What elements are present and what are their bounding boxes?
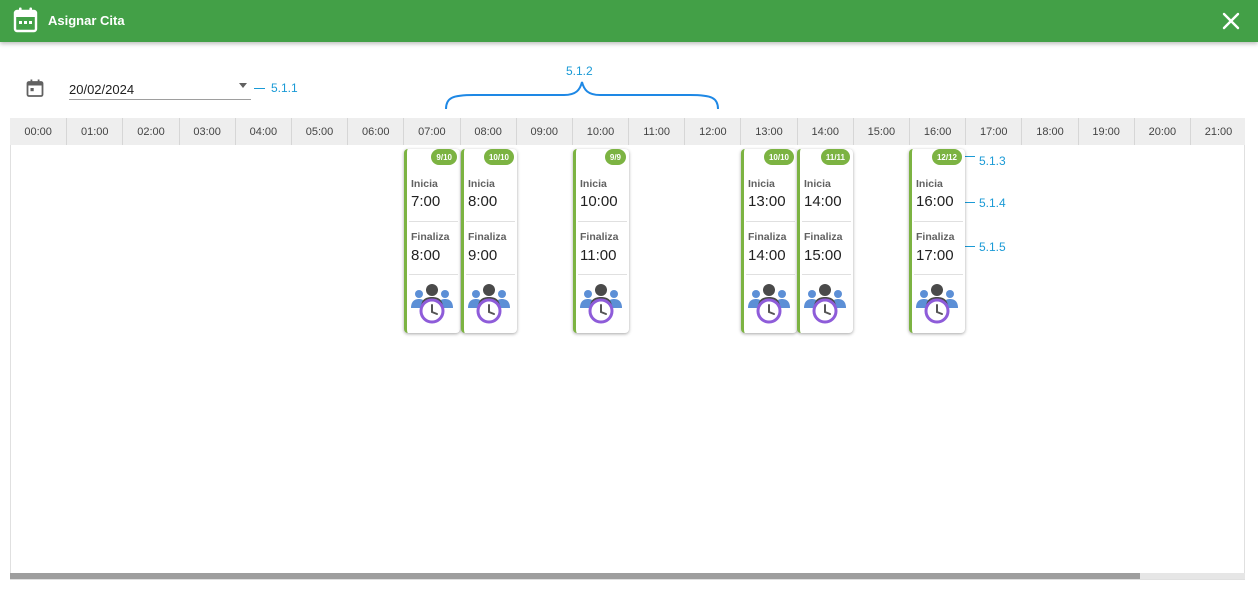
horizontal-scrollbar[interactable] xyxy=(10,573,1245,579)
divider xyxy=(914,221,963,222)
hour-label: 21:00 xyxy=(1189,118,1246,145)
divider xyxy=(578,221,627,222)
group-clock-icon xyxy=(411,284,453,324)
hour-label: 05:00 xyxy=(290,118,347,145)
annotation-label: 5.1.2 xyxy=(566,64,593,78)
end-time: 17:00 xyxy=(916,247,954,264)
hour-label: 11:00 xyxy=(628,118,684,145)
hour-label: 19:00 xyxy=(1077,118,1134,145)
hour-label: 14:00 xyxy=(796,118,853,145)
dialog-header: Asignar Cita xyxy=(0,0,1258,42)
end-time: 15:00 xyxy=(804,247,842,264)
group-clock-icon xyxy=(916,284,958,324)
end-label: Finaliza xyxy=(580,231,619,243)
capacity-badge: 11/11 xyxy=(820,149,850,165)
slot-card[interactable]: 9/9 Inicia 10:00 Finaliza 11:00 xyxy=(573,149,629,333)
slot-card[interactable]: 10/10 Inicia 13:00 Finaliza 14:00 xyxy=(741,149,797,333)
slot-card[interactable]: 11/11 Inicia 14:00 Finaliza 15:00 xyxy=(797,149,853,333)
divider xyxy=(466,221,515,222)
capacity-badge: 10/10 xyxy=(483,149,514,165)
date-field[interactable] xyxy=(69,78,251,100)
end-time: 14:00 xyxy=(748,247,786,264)
start-label: Inicia xyxy=(804,178,831,190)
annotation-label: 5.1.1 xyxy=(271,81,298,95)
close-icon[interactable] xyxy=(1221,11,1241,31)
group-clock-icon xyxy=(468,284,510,324)
start-time: 7:00 xyxy=(411,193,441,210)
slot-card[interactable]: 10/10 Inicia 8:00 Finaliza 9:00 xyxy=(461,149,517,333)
hour-label: 12:00 xyxy=(684,118,740,145)
annotation-brace xyxy=(445,81,719,110)
divider xyxy=(466,274,515,275)
group-clock-icon xyxy=(804,284,846,324)
annotation-line xyxy=(254,88,265,89)
hour-label: 15:00 xyxy=(852,118,909,145)
hour-label: 00:00 xyxy=(24,125,52,138)
chevron-down-icon[interactable] xyxy=(239,83,247,88)
slot-card[interactable]: 9/10 Inicia 7:00 Finaliza 8:00 xyxy=(404,149,460,333)
hour-label: 09:00 xyxy=(515,118,572,145)
hour-label: 02:00 xyxy=(122,118,178,145)
divider xyxy=(409,221,458,222)
hour-label: 16:00 xyxy=(909,118,965,145)
end-label: Finaliza xyxy=(411,231,450,243)
hour-header: 00:00 01:00 02:00 03:00 04:00 05:00 06:0… xyxy=(10,118,1245,145)
divider xyxy=(802,221,851,222)
group-clock-icon xyxy=(748,284,790,324)
divider xyxy=(746,221,795,222)
hour-label: 04:00 xyxy=(234,118,291,145)
end-label: Finaliza xyxy=(468,231,507,243)
dialog-title: Asignar Cita xyxy=(48,13,125,28)
slot-card[interactable]: 12/12 Inicia 16:00 Finaliza 17:00 xyxy=(909,149,965,333)
group-clock-icon xyxy=(580,284,622,324)
end-time: 8:00 xyxy=(411,247,441,264)
end-label: Finaliza xyxy=(748,231,787,243)
date-input[interactable] xyxy=(69,78,229,98)
divider xyxy=(409,274,458,275)
divider xyxy=(746,274,795,275)
hour-label: 18:00 xyxy=(1021,118,1077,145)
hour-label: 03:00 xyxy=(178,118,235,145)
end-time: 11:00 xyxy=(580,247,617,264)
divider xyxy=(914,274,963,275)
capacity-badge: 9/10 xyxy=(431,149,457,165)
hour-label: 17:00 xyxy=(965,118,1021,145)
hour-label: 07:00 xyxy=(403,118,459,145)
hour-label: 01:00 xyxy=(66,118,122,145)
start-label: Inicia xyxy=(916,178,943,190)
hour-label: 13:00 xyxy=(740,118,796,145)
capacity-badge: 10/10 xyxy=(763,149,794,165)
capacity-badge: 9/9 xyxy=(604,149,626,165)
hour-label: 10:00 xyxy=(571,118,628,145)
hour-label: 06:00 xyxy=(347,118,403,145)
capacity-badge: 12/12 xyxy=(931,149,962,165)
divider xyxy=(578,274,627,275)
divider xyxy=(802,274,851,275)
scrollbar-thumb[interactable] xyxy=(10,573,1140,579)
end-time: 9:00 xyxy=(468,247,498,264)
hour-label: 20:00 xyxy=(1133,118,1190,145)
calendar-icon[interactable] xyxy=(25,78,45,98)
hour-label: 08:00 xyxy=(459,118,516,145)
start-time: 13:00 xyxy=(748,193,786,210)
start-label: Inicia xyxy=(580,178,607,190)
start-label: Inicia xyxy=(748,178,775,190)
start-time: 8:00 xyxy=(468,193,498,210)
start-label: Inicia xyxy=(411,178,438,190)
end-label: Finaliza xyxy=(804,231,843,243)
end-label: Finaliza xyxy=(916,231,955,243)
start-label: Inicia xyxy=(468,178,495,190)
start-time: 16:00 xyxy=(916,193,954,210)
start-time: 10:00 xyxy=(580,193,618,210)
start-time: 14:00 xyxy=(804,193,842,210)
calendar-icon xyxy=(13,7,38,33)
